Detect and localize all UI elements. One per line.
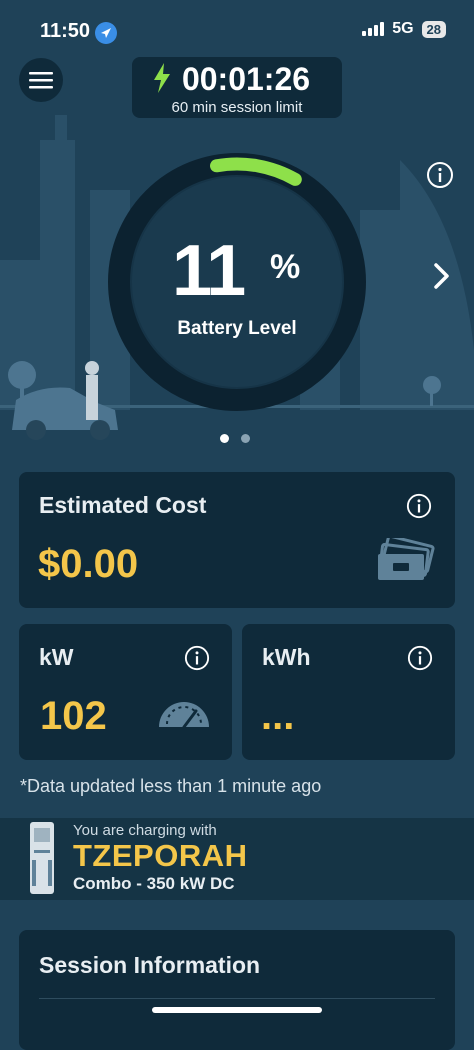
kwh-value: ...: [261, 694, 295, 738]
carousel-dot[interactable]: [241, 434, 250, 443]
elapsed-time: 00:01:26: [181, 61, 311, 97]
charging-with-label: You are charging with: [73, 822, 217, 839]
cash-icon: [378, 538, 435, 580]
session-limit: 60 min session limit: [171, 99, 303, 116]
station-name: TZEPORAH: [73, 838, 248, 873]
kw-info-button[interactable]: [184, 645, 210, 676]
info-icon: [406, 493, 432, 519]
charging-station-icon: [30, 822, 54, 894]
divider: [39, 998, 435, 999]
session-information-title: Session Information: [39, 952, 261, 978]
kw-value: 102: [40, 694, 107, 738]
battery-level-label: Battery Level: [177, 318, 297, 339]
session-information-card[interactable]: Session Information: [19, 930, 455, 1050]
connector-type: Combo - 350 kW DC: [73, 874, 235, 893]
location-arrow-icon: [95, 22, 117, 44]
chevron-right-icon: [434, 263, 449, 289]
estimated-cost-info-button[interactable]: [406, 493, 432, 524]
carousel-dots[interactable]: [220, 434, 250, 443]
carousel-dot[interactable]: [220, 434, 229, 443]
kw-card: kW 102: [19, 624, 232, 760]
status-indicators: 5G 28: [362, 20, 446, 38]
menu-button[interactable]: [19, 58, 63, 102]
kwh-card: kWh ...: [242, 624, 455, 760]
info-icon: [184, 645, 210, 671]
data-updated-note: *Data updated less than 1 minute ago: [20, 776, 322, 796]
hamburger-icon: [29, 72, 53, 89]
kwh-title: kWh: [262, 644, 311, 670]
info-icon: [407, 645, 433, 671]
carousel-next-button[interactable]: [432, 262, 452, 295]
battery-percent-symbol: %: [270, 248, 301, 286]
signal-bars-icon: [362, 22, 385, 36]
kw-title: kW: [39, 644, 74, 670]
status-time: 11:50: [40, 20, 91, 42]
estimated-cost-title: Estimated Cost: [39, 492, 207, 518]
session-timer: 00:01:26 60 min session limit: [132, 57, 342, 118]
home-indicator[interactable]: [152, 1007, 322, 1013]
battery-status: 28: [421, 20, 446, 38]
kwh-info-button[interactable]: [407, 645, 433, 676]
estimated-cost-value: $0.00: [38, 542, 139, 586]
battery-percent: 11: [172, 231, 246, 311]
info-icon: [427, 162, 453, 188]
network-label: 5G: [392, 20, 414, 37]
estimated-cost-card: Estimated Cost $0.00: [19, 472, 455, 608]
gauge-icon: [159, 702, 209, 729]
battery-info-button[interactable]: [426, 161, 454, 194]
